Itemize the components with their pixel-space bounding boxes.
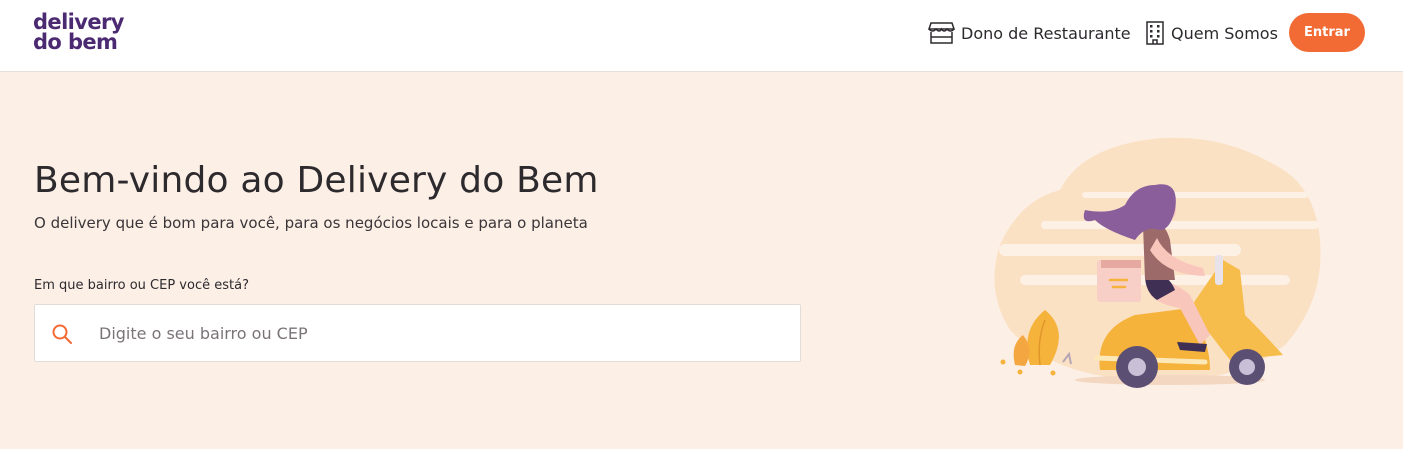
logo-line-2: do bem — [33, 30, 118, 54]
page-title: Bem-vindo ao Delivery do Bem — [34, 160, 599, 201]
page-subtitle: O delivery que é bom para você, para os … — [34, 214, 588, 232]
login-button[interactable]: Entrar — [1289, 13, 1365, 52]
search-icon — [51, 323, 73, 345]
scooter-delivery-illustration — [985, 130, 1330, 390]
search-label: Em que bairro ou CEP você está? — [34, 278, 249, 293]
search-box[interactable] — [34, 304, 801, 362]
search-input[interactable] — [99, 306, 789, 360]
logo-line-1: delivery — [33, 10, 124, 34]
nav-about-us-label: Quem Somos — [1171, 23, 1278, 43]
nav-restaurant-owner-label: Dono de Restaurante — [961, 23, 1131, 43]
storefront-icon — [928, 21, 955, 45]
logo[interactable]: delivery do bem — [33, 12, 143, 58]
nav-about-us[interactable]: Quem Somos — [1145, 19, 1278, 47]
nav-restaurant-owner[interactable]: Dono de Restaurante — [928, 19, 1131, 47]
top-header: delivery do bem Dono de Restaurante Quem… — [0, 0, 1403, 72]
building-icon — [1145, 21, 1165, 45]
